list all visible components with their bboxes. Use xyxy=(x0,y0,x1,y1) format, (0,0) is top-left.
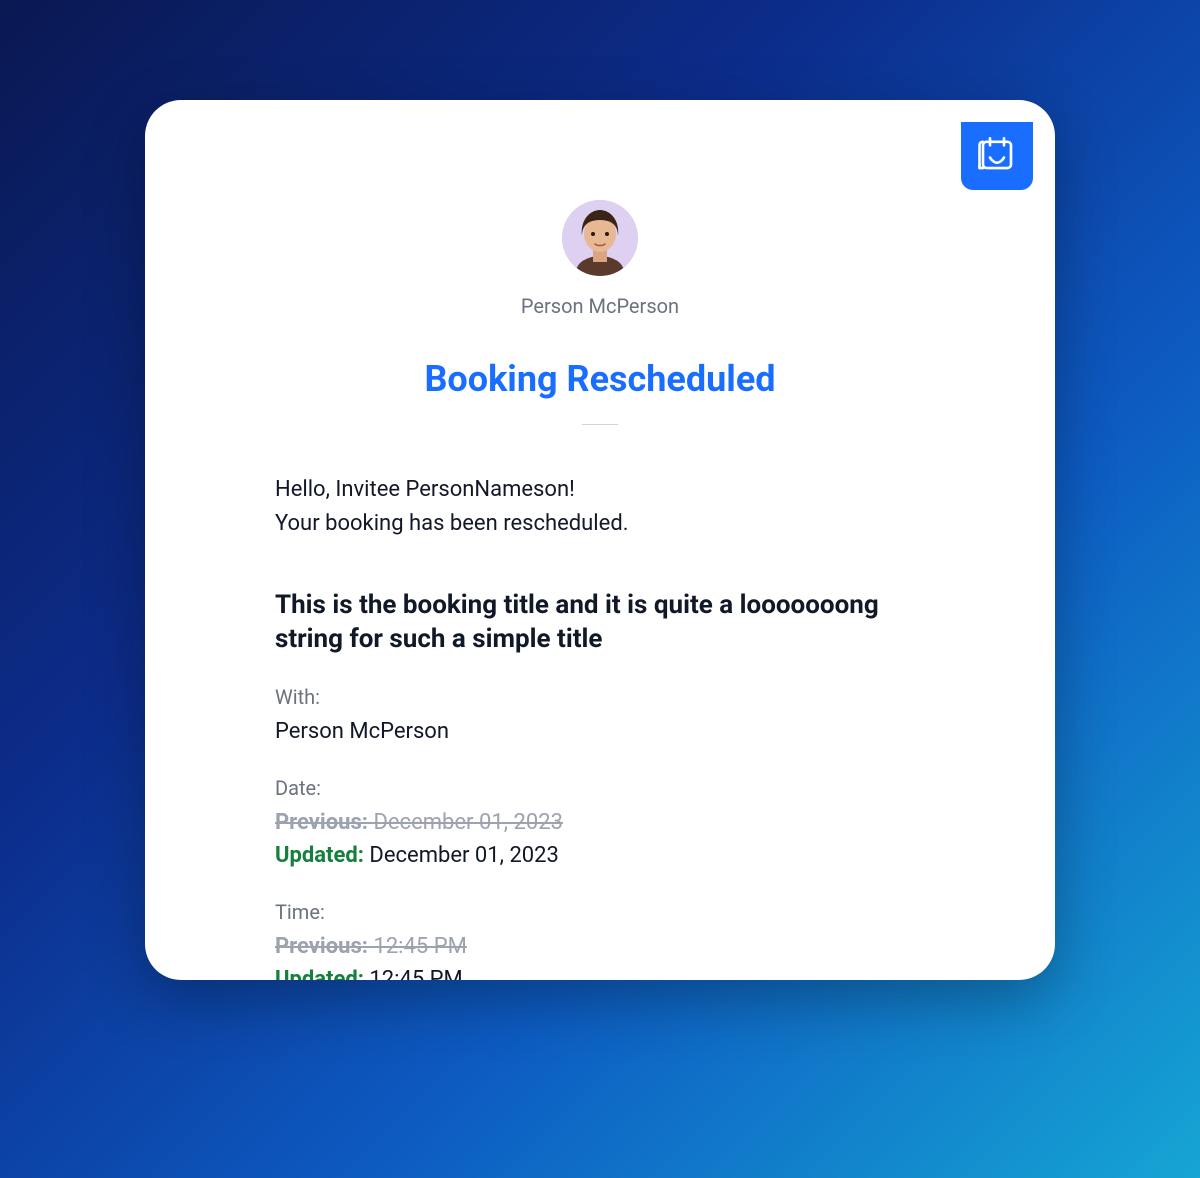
date-previous: Previous: December 01, 2023 xyxy=(275,806,925,839)
time-updated: Updated: 12:45 PM xyxy=(275,963,925,980)
greeting-line-2: Your booking has been rescheduled. xyxy=(275,507,925,541)
time-previous: Previous: 12:45 PM xyxy=(275,930,925,963)
time-field: Time: Previous: 12:45 PM Updated: 12:45 … xyxy=(275,900,925,980)
date-field: Date: Previous: December 01, 2023 Update… xyxy=(275,776,925,872)
date-updated-value: December 01, 2023 xyxy=(369,843,558,868)
time-previous-value: 12:45 PM xyxy=(373,934,466,959)
app-badge xyxy=(961,122,1033,190)
booking-title: This is the booking title and it is quit… xyxy=(275,589,925,657)
greeting-text: Hello, Invitee PersonNameson! Your booki… xyxy=(275,473,925,541)
avatar xyxy=(562,200,638,276)
date-previous-value: December 01, 2023 xyxy=(373,810,562,835)
greeting-line-1: Hello, Invitee PersonNameson! xyxy=(275,473,925,507)
time-updated-label: Updated: xyxy=(275,967,364,980)
date-updated: Updated: December 01, 2023 xyxy=(275,839,925,872)
date-label: Date: xyxy=(275,776,925,800)
divider xyxy=(582,424,618,425)
notification-card: Person McPerson Booking Rescheduled Hell… xyxy=(145,100,1055,980)
with-label: With: xyxy=(275,685,925,709)
time-label: Time: xyxy=(275,900,925,924)
date-previous-label: Previous: xyxy=(275,810,368,835)
with-value: Person McPerson xyxy=(275,715,925,748)
calendar-smile-icon xyxy=(976,133,1018,179)
time-updated-value: 12:45 PM xyxy=(369,967,462,980)
page-title: Booking Rescheduled xyxy=(275,358,925,400)
date-updated-label: Updated: xyxy=(275,843,364,868)
time-previous-label: Previous: xyxy=(275,934,368,959)
organizer-header: Person McPerson xyxy=(275,200,925,318)
organizer-name: Person McPerson xyxy=(521,294,679,318)
with-field: With: Person McPerson xyxy=(275,685,925,748)
